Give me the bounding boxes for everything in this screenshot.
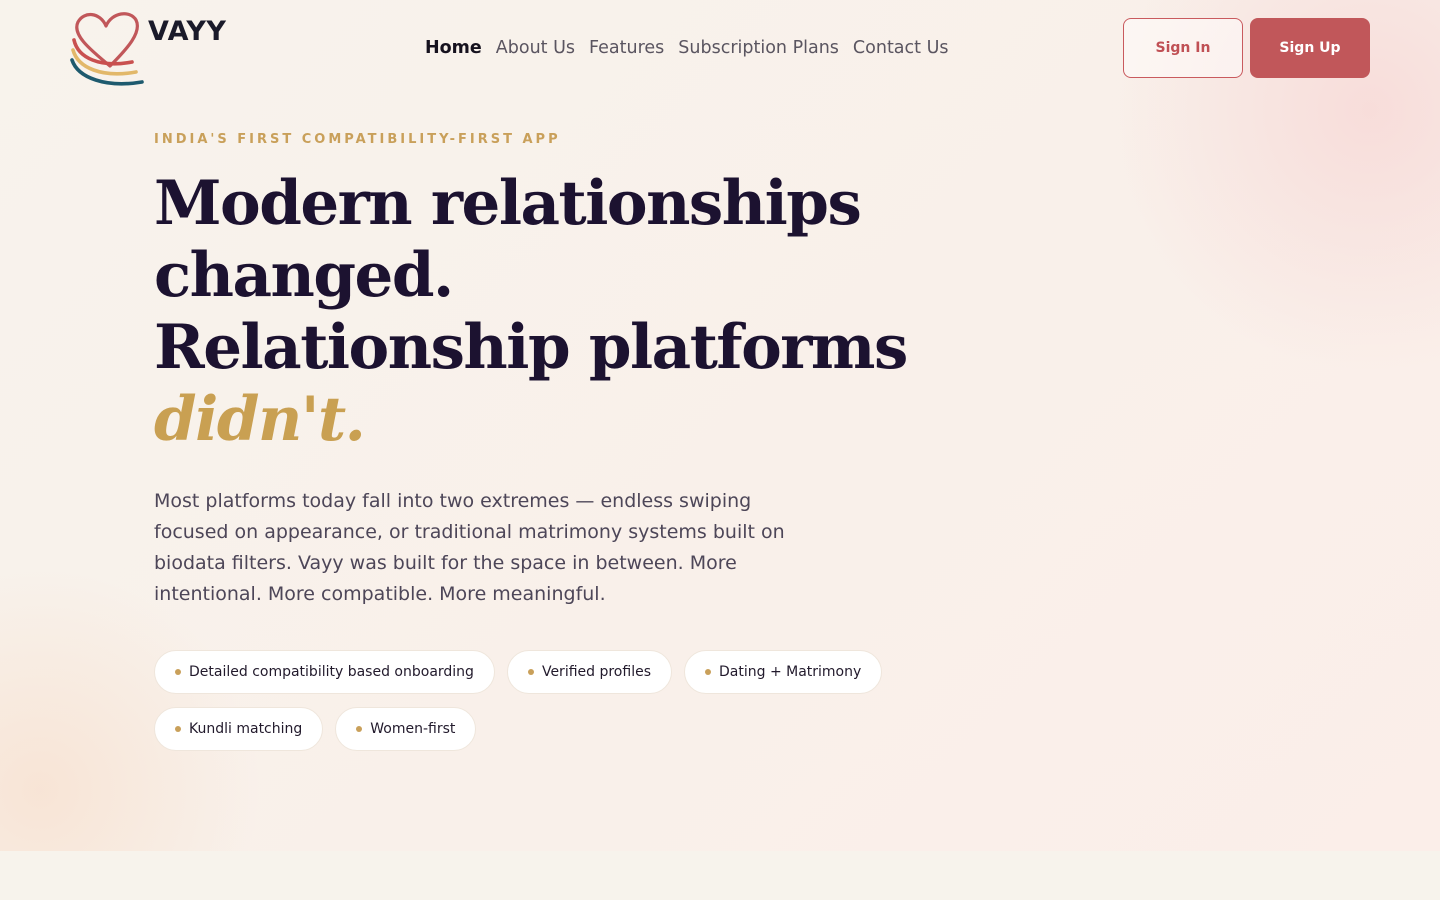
chip-label: Kundli matching: [189, 721, 303, 737]
nav-home[interactable]: Home: [425, 38, 482, 58]
chip-verified-profiles: Verified profiles: [506, 650, 672, 694]
nav-features[interactable]: Features: [589, 38, 664, 58]
headline-accent: didn't.: [154, 384, 366, 455]
brand-name: VAYY: [148, 16, 227, 47]
nav-contact-us[interactable]: Contact Us: [853, 38, 949, 58]
headline-line-3: Relationship platforms: [154, 312, 908, 383]
chip-label: Women-first: [370, 721, 456, 737]
feature-chips: Detailed compatibility based onboarding …: [154, 650, 914, 751]
chip-kundli-matching: Kundli matching: [154, 707, 324, 751]
hero-eyebrow: INDIA'S FIRST COMPATIBILITY-FIRST APP: [154, 132, 561, 147]
next-section-band: [0, 851, 1440, 900]
brand-logo[interactable]: VAYY: [70, 10, 230, 88]
nav-subscription-plans[interactable]: Subscription Plans: [678, 38, 839, 58]
nav-about-us[interactable]: About Us: [496, 38, 575, 58]
sign-up-button[interactable]: Sign Up: [1250, 18, 1370, 78]
chip-label: Dating + Matrimony: [719, 664, 862, 680]
dot-icon: [175, 669, 181, 675]
chip-dating-matrimony: Dating + Matrimony: [684, 650, 883, 694]
dot-icon: [356, 726, 363, 732]
main-nav: Home About Us Features Subscription Plan…: [425, 36, 949, 60]
heart-ribbon-logo-icon: [70, 12, 144, 86]
chip-compatibility-onboarding: Detailed compatibility based onboarding: [154, 650, 495, 694]
dot-icon: [527, 669, 534, 675]
chip-women-first: Women-first: [335, 707, 477, 751]
dot-icon: [705, 669, 711, 675]
headline-line-1: Modern relationships: [154, 168, 862, 239]
sign-in-button[interactable]: Sign In: [1123, 18, 1243, 78]
hero-headline: Modern relationships changed. Relationsh…: [154, 168, 1034, 456]
dot-icon: [175, 726, 181, 732]
headline-line-2: changed.: [154, 240, 454, 311]
hero-description: Most platforms today fall into two extre…: [154, 490, 785, 605]
chip-label: Verified profiles: [541, 664, 651, 680]
chip-label: Detailed compatibility based onboarding: [189, 664, 474, 680]
